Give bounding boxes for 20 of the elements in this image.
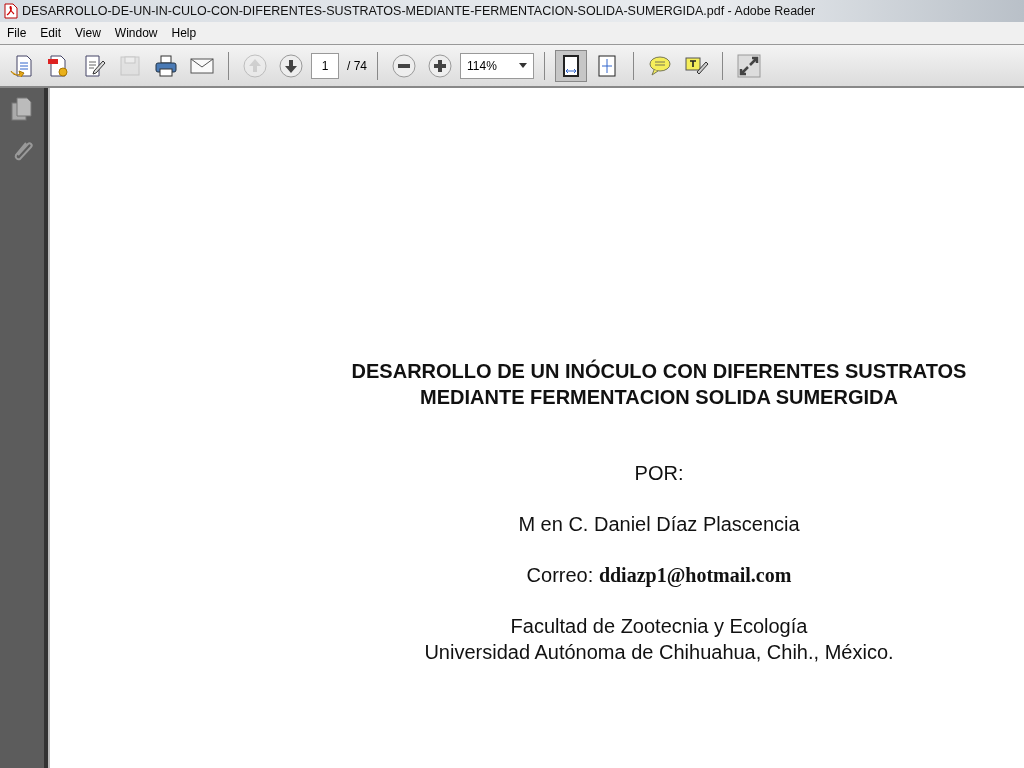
menu-item[interactable]: Edit <box>33 26 69 40</box>
affiliation-line: Universidad Autónoma de Chihuahua, Chih., México. <box>423 640 895 665</box>
menu-item[interactable]: View <box>68 26 108 40</box>
page-count: / 74 <box>347 58 367 73</box>
caret-icon <box>519 63 527 68</box>
author-name: M en C. Daniel Díaz Plascencia <box>517 513 801 536</box>
pdf-file-icon <box>4 3 18 19</box>
menu-item[interactable]: Window <box>107 26 165 40</box>
pages-icon[interactable] <box>10 96 34 122</box>
affiliation-line: Facultad de Zootecnia y Ecología <box>509 614 809 639</box>
page-number-field[interactable]: 1 <box>311 52 339 79</box>
window-title: DESARROLLO-DE-UN-IN-CULO-CON-DIFERENTES-SUSTRATOS-MEDIANTE-FERMENTACION-SOLIDA-SUMERGIDA.pdf - Adobe Reader <box>22 4 816 18</box>
document-title: MEDIANTE FERMENTACION SOLIDA SUMERGIDA <box>419 385 899 410</box>
zoom-dropdown[interactable]: 114% <box>460 52 534 79</box>
menu-item[interactable]: File <box>0 26 34 40</box>
menu-item[interactable]: Help <box>164 26 204 40</box>
email-line: Correo: ddiazp1@hotmail.com <box>525 564 793 587</box>
fit-width-icon[interactable] <box>555 49 587 82</box>
document-title: DESARROLLO DE UN INÓCULO CON DIFERENTES SUSTRATOS <box>350 358 968 384</box>
byline-label: POR: <box>633 462 685 485</box>
